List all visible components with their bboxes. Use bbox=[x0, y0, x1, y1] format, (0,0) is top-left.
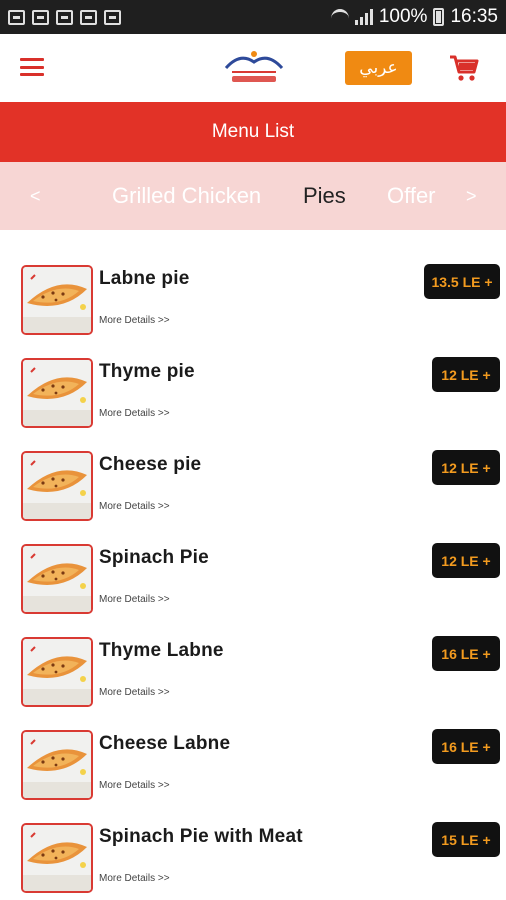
more-details-link[interactable]: More Details >> bbox=[99, 873, 170, 884]
app-bar: عربي bbox=[0, 34, 506, 102]
image-icon bbox=[56, 9, 73, 25]
menu-item[interactable]: Labne pie More Details >> 13.5 LE + bbox=[0, 230, 506, 335]
add-to-cart-price-button[interactable]: 16 LE + bbox=[432, 729, 500, 764]
notification-icons bbox=[8, 9, 121, 25]
add-to-cart-price-button[interactable]: 12 LE + bbox=[432, 357, 500, 392]
app-screen: 100% 16:35 عربي Menu List < Grilled Chic… bbox=[0, 0, 506, 900]
menu-item[interactable]: Cheese pie More Details >> 12 LE + bbox=[0, 416, 506, 521]
add-to-cart-price-button[interactable]: 16 LE + bbox=[432, 636, 500, 671]
menu-item[interactable]: Thyme pie More Details >> 12 LE + bbox=[0, 323, 506, 428]
screenshot-icon bbox=[104, 9, 121, 25]
add-to-cart-price-button[interactable]: 12 LE + bbox=[432, 450, 500, 485]
tab-offer[interactable]: Offer bbox=[387, 162, 436, 230]
clock: 16:35 bbox=[450, 6, 498, 27]
tabs-next-arrow[interactable]: > bbox=[466, 162, 477, 230]
battery-icon bbox=[433, 8, 445, 26]
menu-item-name: Cheese Labne bbox=[99, 733, 231, 754]
add-to-cart-price-button[interactable]: 13.5 LE + bbox=[424, 264, 500, 299]
menu-list: Labne pie More Details >> 13.5 LE + Thyme p… bbox=[0, 230, 506, 893]
tabs-prev-arrow[interactable]: < bbox=[30, 162, 41, 230]
menu-item-name: Cheese pie bbox=[99, 454, 202, 475]
status-bar: 100% 16:35 bbox=[0, 0, 506, 34]
brand-logo bbox=[224, 51, 284, 82]
menu-item[interactable]: Spinach Pie with Meat More Details >> 15 L… bbox=[0, 788, 506, 893]
signal-icon bbox=[354, 9, 373, 25]
wifi-icon bbox=[330, 9, 349, 25]
add-to-cart-price-button[interactable]: 15 LE + bbox=[432, 822, 500, 857]
battery-percent: 100% bbox=[378, 6, 428, 27]
mail-icon bbox=[80, 9, 97, 25]
category-tabs: < Grilled Chicken Pies Offer > bbox=[0, 162, 506, 230]
menu-item[interactable]: Cheese Labne More Details >> 16 LE + bbox=[0, 695, 506, 800]
add-to-cart-price-button[interactable]: 12 LE + bbox=[432, 543, 500, 578]
status-right: 100% 16:35 bbox=[330, 6, 498, 28]
menu-item-name: Spinach Pie with Meat bbox=[99, 826, 303, 847]
tab-grilled-chicken[interactable]: Grilled Chicken bbox=[112, 162, 261, 230]
hamburger-menu-icon[interactable] bbox=[20, 58, 44, 76]
menu-item[interactable]: Spinach Pie More Details >> 12 LE + bbox=[0, 509, 506, 614]
menu-item-name: Labne pie bbox=[99, 268, 190, 289]
menu-item-name: Thyme Labne bbox=[99, 640, 224, 661]
page-title: Menu List bbox=[0, 102, 506, 162]
shopping-cart-icon[interactable] bbox=[449, 54, 479, 82]
menu-item[interactable]: Thyme Labne More Details >> 16 LE + bbox=[0, 602, 506, 707]
menu-item-name: Spinach Pie bbox=[99, 547, 209, 568]
tab-pies[interactable]: Pies bbox=[303, 162, 346, 230]
calendar-icon bbox=[32, 9, 49, 25]
notification-icon bbox=[8, 9, 25, 25]
menu-item-thumbnail[interactable] bbox=[21, 823, 93, 893]
language-toggle-button[interactable]: عربي bbox=[345, 51, 412, 85]
menu-item-name: Thyme pie bbox=[99, 361, 195, 382]
